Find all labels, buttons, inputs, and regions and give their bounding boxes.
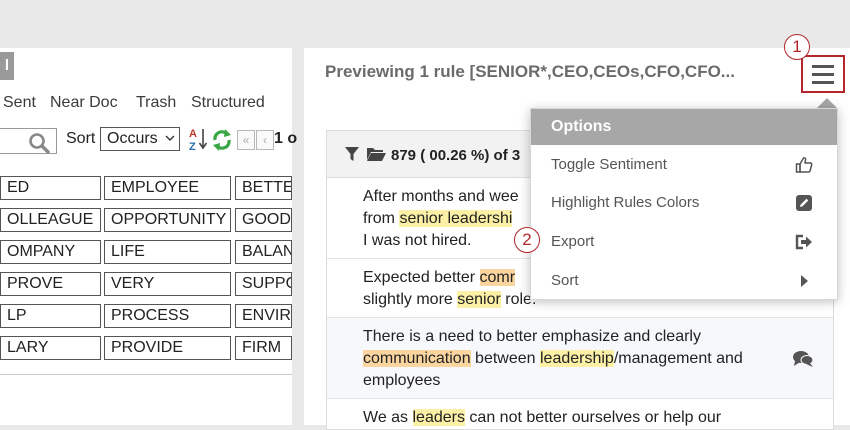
menu-item-highlight-rules-colors[interactable]: Highlight Rules Colors (531, 184, 837, 222)
menu-item-label: Sort (551, 272, 579, 289)
snippet-text: We as (363, 409, 413, 426)
caret-right-icon (801, 275, 808, 287)
menu-item-export[interactable]: Export (531, 223, 837, 261)
term-cell[interactable]: FIRM (235, 336, 292, 360)
term-cell[interactable]: ENVIRONMENT (235, 304, 292, 328)
term-cell[interactable]: GOOD (235, 208, 292, 232)
hamburger-menu-button[interactable] (801, 55, 845, 93)
term-cell[interactable]: OMPANY (0, 240, 101, 264)
snippet-text: from (363, 210, 400, 227)
snippet-text: between (470, 350, 540, 367)
highlighted-term: communication (363, 350, 471, 367)
highlighted-term: leadership (540, 350, 614, 367)
page-number: 1 o (274, 130, 298, 147)
snippet-text: Expected better (363, 269, 480, 286)
term-cell[interactable]: LP (0, 304, 101, 328)
hamburger-icon (812, 65, 834, 68)
svg-text:A: A (189, 128, 197, 140)
term-cell[interactable]: PROCESS (104, 304, 231, 328)
highlighted-term: leaders (412, 409, 465, 426)
step-marker-1: 1 (784, 34, 810, 60)
refresh-icon[interactable] (211, 128, 233, 152)
pager-first-button[interactable]: « (237, 130, 255, 150)
term-cell[interactable]: PROVE (0, 272, 101, 296)
menu-item-label: Highlight Rules Colors (551, 194, 700, 211)
result-text: We as leaders can not better ourselves o… (363, 407, 793, 429)
snippet-text: There is a need to better emphasize and … (363, 328, 701, 345)
result-item[interactable]: There is a need to better emphasize and … (327, 318, 833, 398)
grid-divider (0, 374, 292, 375)
chevron-down-icon (165, 135, 175, 141)
snippet-text: slightly more (363, 291, 458, 308)
term-cell[interactable]: OLLEAGUE (0, 208, 101, 232)
highlighted-term: senior (457, 291, 501, 308)
term-cell[interactable]: OPPORTUNITY (104, 208, 231, 232)
term-cell[interactable]: PROVIDE (104, 336, 231, 360)
menu-item-toggle-sentiment[interactable]: Toggle Sentiment (531, 146, 837, 184)
term-cell[interactable]: BETTER (235, 176, 292, 200)
tab-sent[interactable]: Sent (3, 94, 36, 112)
menu-item-sort[interactable]: Sort (531, 262, 837, 300)
edit-icon (796, 195, 812, 211)
result-text: There is a need to better emphasize and … (363, 326, 793, 392)
filter-icon[interactable] (345, 147, 359, 161)
tab-near-doc[interactable]: Near Doc (50, 94, 118, 112)
thumbs-up-icon (795, 157, 813, 173)
menu-item-label: Export (551, 233, 595, 250)
preview-title: Previewing 1 rule [SENIOR*,CEO,CEOs,CFO,… (325, 62, 735, 81)
term-cell[interactable]: LARY (0, 336, 101, 360)
snippet-text: /management and (613, 350, 743, 367)
sort-az-icon[interactable]: A Z (188, 126, 208, 152)
term-cell[interactable]: EMPLOYEE (104, 176, 231, 200)
term-cell[interactable]: SUPPORT (235, 272, 292, 296)
svg-text:Z: Z (189, 141, 196, 152)
term-cell[interactable]: VERY (104, 272, 231, 296)
options-header: Options (531, 109, 837, 145)
export-icon (795, 234, 812, 250)
pager-prev-button[interactable]: ‹ (256, 130, 274, 150)
options-arrow (817, 98, 837, 108)
highlighted-term: comr (479, 269, 516, 286)
term-cell[interactable]: LIFE (104, 240, 231, 264)
result-count: 879 ( 00.26 %) of 3 (391, 147, 521, 164)
highlighted-term: senior leadershi (399, 210, 513, 227)
snippet-text: employees (363, 372, 441, 389)
snippet-text: can not better ourselves or help our (464, 409, 722, 426)
tab-trash[interactable]: Trash (136, 94, 176, 112)
search-icon[interactable] (27, 131, 51, 155)
panel-tab-chip[interactable]: l (0, 52, 14, 80)
snippet-text: I was not hired. (363, 232, 472, 249)
term-cell[interactable]: BALANCE (235, 240, 292, 264)
menu-item-label: Toggle Sentiment (551, 156, 667, 173)
tab-structured[interactable]: Structured (191, 94, 265, 112)
term-cell[interactable]: ED (0, 176, 101, 200)
comments-icon[interactable] (792, 350, 814, 368)
snippet-text: After months and wee (363, 188, 519, 205)
sort-label: Sort (66, 130, 96, 147)
folder-open-icon[interactable] (366, 146, 386, 162)
step-marker-2: 2 (514, 227, 540, 253)
